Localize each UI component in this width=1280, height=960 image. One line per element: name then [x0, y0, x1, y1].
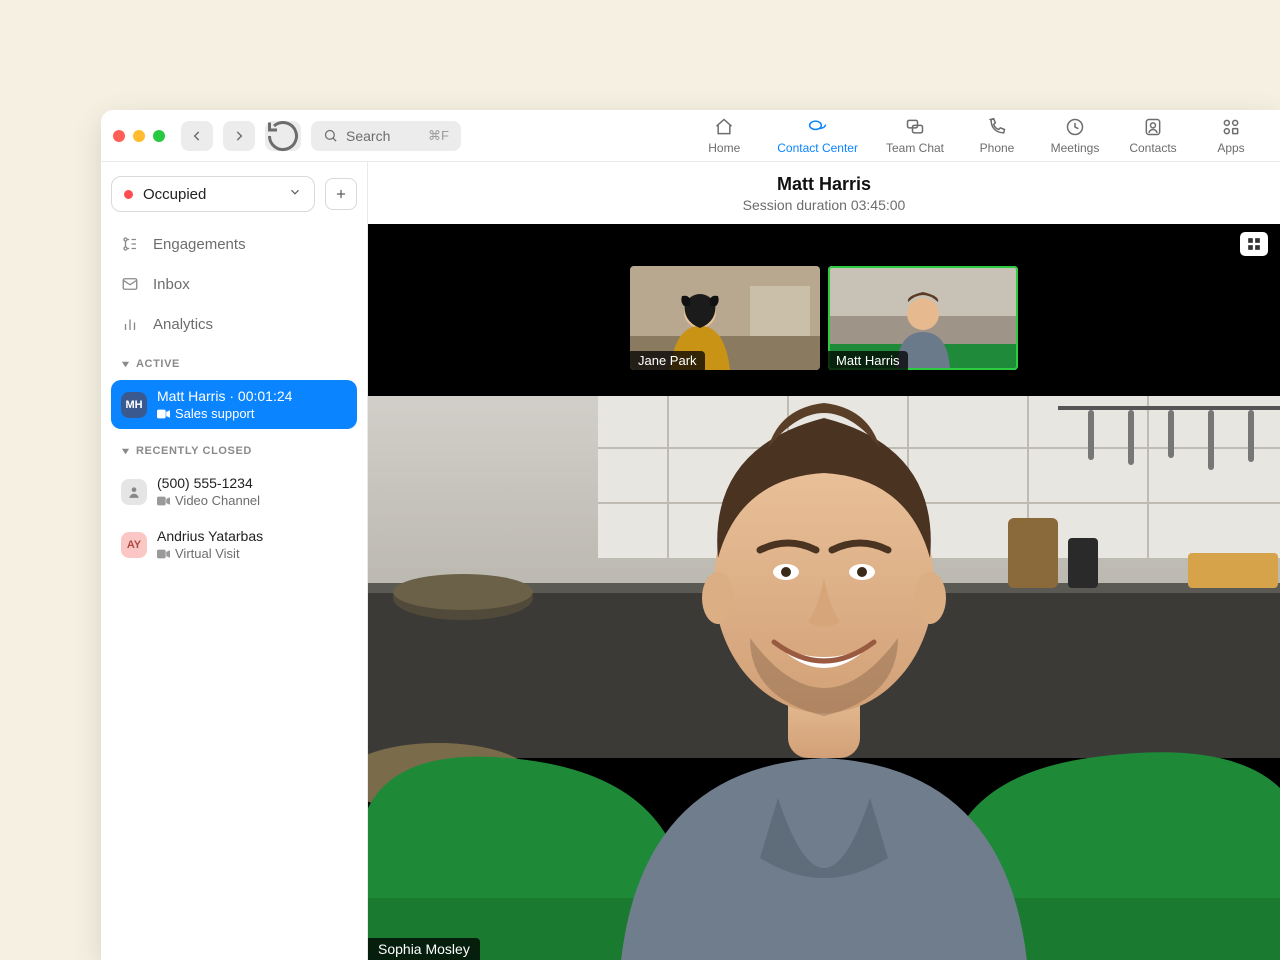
nav-analytics-label: Analytics — [153, 316, 213, 333]
nav-analytics[interactable]: Analytics — [111, 306, 357, 342]
status-label: Occupied — [143, 186, 206, 203]
tab-team-chat-label: Team Chat — [886, 141, 944, 155]
tab-team-chat[interactable]: Team Chat — [886, 117, 944, 155]
section-header-active[interactable]: ACTIVE — [111, 346, 357, 376]
analytics-icon — [121, 315, 139, 333]
engagement-item[interactable]: AY Andrius Yatarbas Virtual Visit — [111, 520, 357, 569]
phone-icon — [987, 117, 1007, 137]
search-input[interactable]: Search ⌘F — [311, 121, 461, 151]
avatar: AY — [121, 532, 147, 558]
participant-name: Sophia Mosley — [368, 938, 480, 960]
section-recent-label: RECENTLY CLOSED — [136, 445, 252, 457]
app-window: Search ⌘F Home Contact Center Team Chat … — [101, 110, 1280, 960]
meetings-icon — [1065, 117, 1085, 137]
nav-inbox[interactable]: Inbox — [111, 266, 357, 302]
contact-center-icon — [808, 117, 828, 137]
tab-home[interactable]: Home — [699, 117, 749, 155]
search-placeholder: Search — [346, 128, 390, 144]
search-shortcut: ⌘F — [428, 128, 449, 144]
engagement-title: Andrius Yatarbas — [157, 528, 263, 544]
tab-meetings-label: Meetings — [1051, 141, 1100, 155]
tab-apps[interactable]: Apps — [1206, 117, 1256, 155]
engagement-channel: Video Channel — [157, 493, 260, 508]
tab-contact-center[interactable]: Contact Center — [777, 117, 858, 155]
session-header: Matt Harris Session duration 03:45:00 — [368, 162, 1280, 224]
tab-meetings[interactable]: Meetings — [1050, 117, 1100, 155]
home-icon — [714, 117, 734, 137]
section-header-recent[interactable]: RECENTLY CLOSED — [111, 433, 357, 463]
nav-inbox-label: Inbox — [153, 276, 190, 293]
sidebar: Occupied Engagements Inbox Analytics — [101, 162, 368, 960]
team-chat-icon — [905, 117, 925, 137]
main-tabs: Home Contact Center Team Chat Phone Meet… — [699, 117, 1268, 155]
participant-name: Jane Park — [630, 351, 705, 370]
window-controls[interactable] — [113, 130, 165, 142]
video-icon — [157, 409, 170, 419]
person-icon — [127, 485, 141, 499]
video-icon — [157, 496, 170, 506]
status-row: Occupied — [111, 176, 357, 212]
minimize-window-icon[interactable] — [133, 130, 145, 142]
main-video-feed[interactable]: Sophia Mosley — [368, 396, 1280, 960]
nav-engagements[interactable]: Engagements — [111, 226, 357, 262]
tab-phone-label: Phone — [980, 141, 1015, 155]
nav-forward-button[interactable] — [223, 121, 255, 151]
video-thumbnails: Jane Park Matt Harris — [630, 266, 1018, 370]
avatar: MH — [121, 392, 147, 418]
video-thumbnail[interactable]: Matt Harris — [828, 266, 1018, 370]
video-icon — [157, 549, 170, 559]
engagement-title: (500) 555-1234 — [157, 475, 260, 491]
inbox-icon — [121, 275, 139, 293]
tab-apps-label: Apps — [1217, 141, 1244, 155]
engagement-item-active[interactable]: MH Matt Harris · 00:01:24 Sales support — [111, 380, 357, 429]
maximize-window-icon[interactable] — [153, 130, 165, 142]
status-dropdown[interactable]: Occupied — [111, 176, 315, 212]
engagements-icon — [121, 235, 139, 253]
plus-icon — [334, 187, 348, 201]
session-duration: Session duration 03:45:00 — [743, 197, 906, 213]
status-dot-icon — [124, 190, 133, 199]
tab-contacts-label: Contacts — [1129, 141, 1176, 155]
video-thumbnail[interactable]: Jane Park — [630, 266, 820, 370]
close-window-icon[interactable] — [113, 130, 125, 142]
tab-contacts[interactable]: Contacts — [1128, 117, 1178, 155]
chevron-down-icon — [288, 185, 302, 203]
participant-name: Matt Harris — [828, 351, 908, 370]
history-button[interactable] — [265, 121, 301, 151]
avatar — [121, 479, 147, 505]
engagement-channel: Sales support — [157, 406, 292, 421]
caret-down-icon — [121, 447, 130, 456]
contacts-icon — [1143, 117, 1163, 137]
section-active-label: ACTIVE — [136, 358, 180, 370]
caret-down-icon — [121, 360, 130, 369]
camera-frame — [368, 396, 1280, 960]
titlebar: Search ⌘F Home Contact Center Team Chat … — [101, 110, 1280, 162]
engagement-channel: Virtual Visit — [157, 546, 263, 561]
main-panel: Matt Harris Session duration 03:45:00 — [368, 162, 1280, 960]
tab-contact-center-label: Contact Center — [777, 141, 858, 155]
search-icon — [323, 128, 338, 143]
grid-icon — [1247, 237, 1261, 251]
nav-back-button[interactable] — [181, 121, 213, 151]
engagement-item[interactable]: (500) 555-1234 Video Channel — [111, 467, 357, 516]
new-engagement-button[interactable] — [325, 178, 357, 210]
layout-grid-button[interactable] — [1240, 232, 1268, 256]
video-area: Jane Park Matt Harris — [368, 224, 1280, 960]
tab-phone[interactable]: Phone — [972, 117, 1022, 155]
apps-icon — [1221, 117, 1241, 137]
engagement-title: Matt Harris · 00:01:24 — [157, 388, 292, 404]
nav-engagements-label: Engagements — [153, 236, 246, 253]
app-body: Occupied Engagements Inbox Analytics — [101, 162, 1280, 960]
tab-home-label: Home — [708, 141, 740, 155]
session-title: Matt Harris — [777, 174, 871, 195]
